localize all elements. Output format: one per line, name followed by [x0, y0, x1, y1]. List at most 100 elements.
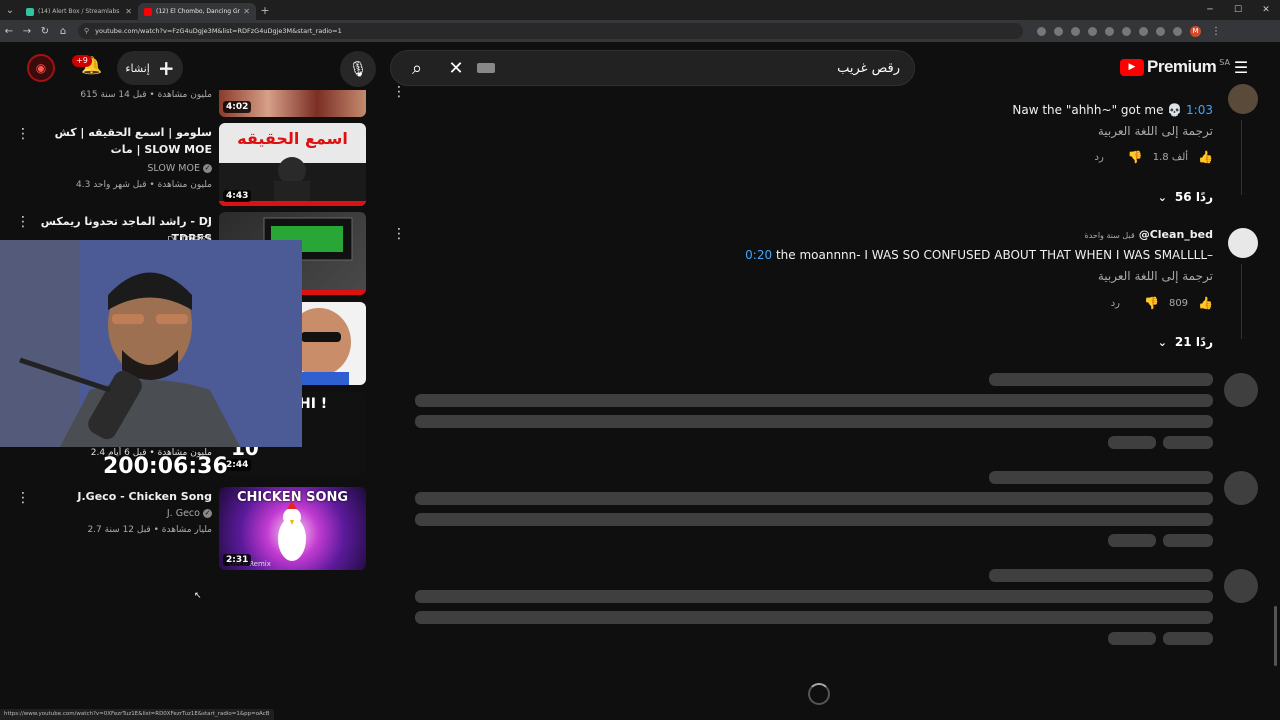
- video-meta: 615 مليون مشاهدة • قبل 14 سنة: [80, 90, 212, 100]
- video-channel[interactable]: J. Geco ✓: [167, 508, 212, 519]
- extension-icon[interactable]: [1156, 26, 1165, 36]
- youtube-premium-logo[interactable]: ▶ Premium SA: [1120, 57, 1230, 77]
- video-channel[interactable]: SLOW MOE ✓: [147, 163, 212, 174]
- video-options-icon[interactable]: ⋮: [16, 126, 30, 142]
- keyboard-icon[interactable]: [477, 63, 495, 73]
- thread-line: [1241, 264, 1242, 339]
- site-info-icon[interactable]: ⚲: [84, 27, 89, 35]
- thumbnail-text: اسمع الحقيقه: [237, 129, 348, 148]
- address-bar[interactable]: ⚲ youtube.com/watch?v=FzG4uDgje3M&list=R…: [78, 23, 1023, 39]
- page-scrollbar[interactable]: [1274, 606, 1277, 666]
- close-window-button[interactable]: ✕: [1252, 0, 1280, 20]
- video-thumbnail[interactable]: اسمع الحقيقه 4:43: [219, 123, 366, 206]
- skeleton-line: [415, 513, 1213, 526]
- reply-button[interactable]: رد: [1095, 152, 1104, 163]
- thread-line: [1241, 120, 1242, 195]
- like-count: 809: [1168, 297, 1189, 309]
- logo-text: Premium: [1147, 57, 1217, 76]
- replies-toggle[interactable]: ⌄ 56 ردًا: [1158, 190, 1213, 204]
- translate-link[interactable]: ترجمة إلى اللغة العربية: [1098, 269, 1213, 283]
- plus-icon: +: [157, 56, 175, 80]
- search-icon[interactable]: ⌕: [391, 58, 443, 79]
- create-button[interactable]: إنشاء +: [117, 51, 183, 85]
- chevron-down-icon: ⌄: [1157, 190, 1167, 204]
- comment-body: Naw the "ahhh~" got me 💀: [1012, 103, 1183, 117]
- comment-text: 0:20 the moannnn- I WAS SO CONFUSED ABOU…: [745, 248, 1213, 262]
- dislike-icon[interactable]: 👎: [1128, 150, 1143, 164]
- extension-icon[interactable]: [1122, 26, 1131, 36]
- back-button[interactable]: ←: [0, 26, 18, 37]
- extensions-area: [1037, 26, 1182, 36]
- skeleton-line: [989, 373, 1213, 386]
- video-thumbnail[interactable]: CHICKEN SONG Geco Remix 2:31: [219, 487, 366, 570]
- like-icon[interactable]: 👍: [1198, 150, 1213, 164]
- extension-icon[interactable]: [1054, 26, 1063, 36]
- skeleton-line: [989, 471, 1213, 484]
- skeleton-line: [415, 394, 1213, 407]
- extension-icon[interactable]: [1088, 26, 1097, 36]
- comment-actions: رد 👎 1.8 ألف 👍: [1095, 150, 1213, 164]
- status-bar-url: https://www.youtube.com/watch?v=0XFezrTu…: [0, 709, 274, 720]
- skeleton-line: [415, 590, 1213, 603]
- create-label: إنشاء: [125, 61, 150, 75]
- replies-count: 21 ردًا: [1174, 335, 1213, 349]
- skeleton-line: [1163, 436, 1213, 449]
- video-title[interactable]: J.Geco - Chicken Song: [32, 488, 212, 505]
- skeleton-line: [989, 569, 1213, 582]
- loading-spinner-icon: [808, 683, 830, 705]
- extension-icon[interactable]: [1071, 26, 1080, 36]
- profile-avatar[interactable]: M: [1190, 25, 1201, 37]
- comment-avatar[interactable]: [1228, 228, 1258, 258]
- comment-options-icon[interactable]: ⋮: [392, 226, 406, 242]
- comment-timestamp-link[interactable]: 0:20: [745, 248, 772, 262]
- notification-badge: +9: [72, 55, 92, 67]
- reload-button[interactable]: ↻: [36, 26, 54, 37]
- dislike-icon[interactable]: 👎: [1144, 296, 1159, 310]
- thumbnail-text: HI !: [299, 396, 328, 412]
- streamlabs-icon: [26, 7, 34, 16]
- tab-youtube[interactable]: (12) El Chombo, Dancing Green… ✕: [138, 3, 256, 20]
- browser-menu-icon[interactable]: ⋮: [1211, 26, 1221, 37]
- replies-toggle[interactable]: ⌄ 21 ردًا: [1158, 335, 1213, 349]
- reply-button[interactable]: رد: [1111, 298, 1120, 309]
- close-tab-icon[interactable]: ✕: [243, 7, 250, 16]
- tab-title: (12) El Chombo, Dancing Green…: [156, 8, 240, 15]
- video-options-icon[interactable]: ⋮: [16, 490, 30, 506]
- skeleton-line: [1163, 632, 1213, 645]
- maximize-button[interactable]: ☐: [1224, 0, 1252, 20]
- guide-menu-icon[interactable]: ☰: [1230, 58, 1252, 80]
- tab-streamlabs[interactable]: (14) Alert Box / Streamlabs ✕: [20, 3, 138, 20]
- account-avatar[interactable]: ◉: [27, 54, 55, 82]
- extension-icon[interactable]: [1105, 26, 1114, 36]
- comment-body: the moannnn- I WAS SO CONFUSED ABOUT THA…: [775, 248, 1213, 262]
- forward-button[interactable]: →: [18, 26, 36, 37]
- extension-icon[interactable]: [1139, 26, 1148, 36]
- video-duration: 4:43: [223, 190, 252, 202]
- verified-icon: ✓: [203, 509, 212, 518]
- new-tab-button[interactable]: +: [256, 4, 274, 17]
- url-text: youtube.com/watch?v=FzG4uDgje3M&list=RDF…: [95, 27, 342, 35]
- search-input[interactable]: [495, 60, 914, 76]
- tab-title: (14) Alert Box / Streamlabs: [38, 8, 120, 15]
- video-title[interactable]: سلومو | اسمع الحقيقه | كش مات | SLOW MOE: [32, 124, 212, 158]
- extension-icon[interactable]: [1037, 26, 1046, 36]
- chevron-down-icon: ⌄: [1157, 335, 1167, 349]
- home-button[interactable]: ⌂: [54, 26, 72, 37]
- extension-icon[interactable]: [1173, 26, 1182, 36]
- skeleton-line: [415, 611, 1213, 624]
- notifications-button[interactable]: 🔔 +9: [72, 55, 106, 84]
- like-icon[interactable]: 👍: [1198, 296, 1213, 310]
- minimize-button[interactable]: ─: [1196, 0, 1224, 20]
- close-tab-icon[interactable]: ✕: [125, 7, 132, 16]
- comment-author[interactable]: قبل سنة واحدة @Clean_bed: [1085, 228, 1214, 241]
- video-thumbnail[interactable]: 4:02: [219, 90, 366, 117]
- voice-search-icon[interactable]: 🎙: [340, 51, 376, 87]
- translate-link[interactable]: ترجمة إلى اللغة العربية: [1098, 124, 1213, 138]
- comment-timestamp-link[interactable]: 1:03: [1186, 103, 1213, 117]
- clear-search-icon[interactable]: ✕: [443, 58, 469, 79]
- skeleton-avatar: [1224, 569, 1258, 603]
- browser-toolbar: ← → ↻ ⌂ ⚲ youtube.com/watch?v=FzG4uDgje3…: [0, 20, 1280, 42]
- comment-avatar[interactable]: [1228, 84, 1258, 114]
- comment-options-icon[interactable]: ⋮: [392, 84, 406, 100]
- tab-search-icon[interactable]: ⌄: [0, 0, 20, 20]
